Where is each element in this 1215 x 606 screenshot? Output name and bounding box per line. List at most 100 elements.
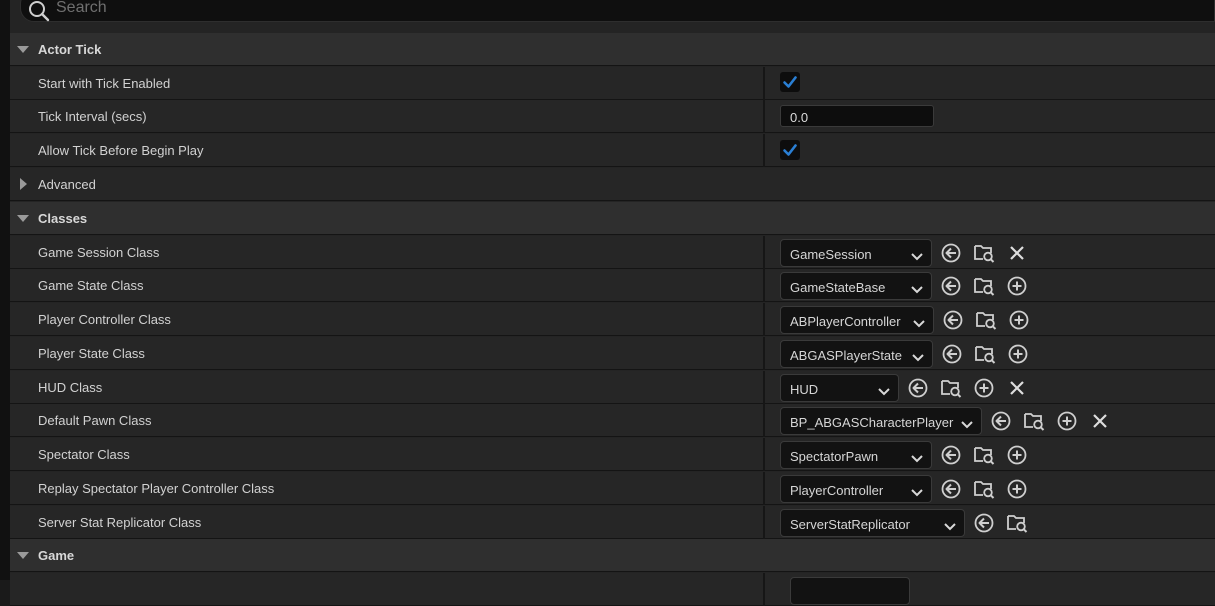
add-icon xyxy=(1007,343,1029,365)
add-new-button[interactable] xyxy=(1008,309,1030,331)
class-picker-combo[interactable]: ServerStatReplicator xyxy=(780,509,965,537)
use-selected-button[interactable] xyxy=(940,478,962,500)
browse-asset-icon xyxy=(973,275,995,297)
column-divider[interactable] xyxy=(763,371,765,404)
use-selected-button[interactable] xyxy=(940,242,962,264)
search-input[interactable] xyxy=(56,0,656,18)
property-row-class: Game Session Class GameSession xyxy=(10,236,1215,269)
browse-back-icon xyxy=(973,512,995,534)
browse-asset-button[interactable] xyxy=(974,343,996,365)
class-picker-combo[interactable]: ABPlayerController xyxy=(780,306,934,334)
column-divider[interactable] xyxy=(763,573,765,606)
allow-tick-before-begin-play-checkbox[interactable] xyxy=(780,140,800,160)
property-row-partial xyxy=(10,573,1215,606)
property-row-class: Game State Class GameStateBase xyxy=(10,269,1215,302)
browse-asset-icon xyxy=(1023,410,1045,432)
class-picker-combo[interactable]: HUD xyxy=(780,374,899,402)
clear-button[interactable] xyxy=(1006,242,1028,264)
use-selected-button[interactable] xyxy=(940,444,962,466)
browse-asset-button[interactable] xyxy=(973,478,995,500)
browse-asset-button[interactable] xyxy=(1006,512,1028,534)
class-picker-combo[interactable]: BP_ABGASCharacterPlayer xyxy=(780,407,982,435)
property-label: Tick Interval (secs) xyxy=(38,109,147,124)
column-divider[interactable] xyxy=(763,337,765,370)
add-new-button[interactable] xyxy=(1006,478,1028,500)
browse-asset-icon xyxy=(973,444,995,466)
combo-value: GameStateBase xyxy=(790,280,886,295)
combo-value: ABPlayerController xyxy=(790,314,901,329)
collapse-arrow-icon[interactable] xyxy=(17,46,29,53)
column-divider[interactable] xyxy=(763,472,765,505)
use-selected-button[interactable] xyxy=(941,343,963,365)
use-selected-button[interactable] xyxy=(907,377,929,399)
add-new-button[interactable] xyxy=(1006,444,1028,466)
class-picker-combo[interactable]: SpectatorPawn xyxy=(780,441,932,469)
clear-button[interactable] xyxy=(1006,377,1028,399)
chevron-down-icon xyxy=(944,519,956,534)
column-divider[interactable] xyxy=(763,269,765,302)
column-divider[interactable] xyxy=(763,506,765,539)
browse-back-icon xyxy=(990,410,1012,432)
chevron-down-icon xyxy=(878,384,890,399)
category-actor-tick[interactable]: Actor Tick xyxy=(10,33,1215,66)
property-label: HUD Class xyxy=(38,380,103,395)
browse-asset-button[interactable] xyxy=(1023,410,1045,432)
search-bar[interactable] xyxy=(20,0,1215,22)
category-classes[interactable]: Classes xyxy=(10,202,1215,235)
class-picker-combo[interactable]: ABGASPlayerState xyxy=(780,340,933,368)
browse-asset-button[interactable] xyxy=(973,275,995,297)
class-picker-combo[interactable]: GameSession xyxy=(780,239,932,267)
property-label: Spectator Class xyxy=(38,447,130,462)
column-divider[interactable] xyxy=(763,236,765,269)
combo-value: ServerStatReplicator xyxy=(790,517,910,532)
property-row-class: Spectator Class SpectatorPawn xyxy=(10,438,1215,471)
column-divider[interactable] xyxy=(763,67,765,100)
column-divider[interactable] xyxy=(763,438,765,471)
collapse-arrow-icon[interactable] xyxy=(17,215,29,222)
category-game[interactable]: Game xyxy=(10,539,1215,572)
use-selected-button[interactable] xyxy=(940,275,962,297)
add-icon xyxy=(1006,444,1028,466)
browse-asset-button[interactable] xyxy=(973,444,995,466)
add-new-button[interactable] xyxy=(1006,275,1028,297)
add-new-button[interactable] xyxy=(1056,410,1078,432)
combo-value: ABGASPlayerState xyxy=(790,348,902,363)
class-picker-combo[interactable]: GameStateBase xyxy=(780,272,932,300)
use-selected-button[interactable] xyxy=(942,309,964,331)
class-picker-combo[interactable]: PlayerController xyxy=(780,475,932,503)
add-new-button[interactable] xyxy=(973,377,995,399)
browse-back-icon xyxy=(940,242,962,264)
add-icon xyxy=(1008,309,1030,331)
browse-asset-button[interactable] xyxy=(940,377,962,399)
property-row-allow-tick-before-begin-play: Allow Tick Before Begin Play xyxy=(10,134,1215,167)
property-row-class: Player Controller Class ABPlayerControlle… xyxy=(10,303,1215,336)
advanced-expander[interactable]: Advanced xyxy=(10,168,1215,201)
column-divider[interactable] xyxy=(763,303,765,336)
chevron-down-icon xyxy=(961,417,973,432)
browse-asset-button[interactable] xyxy=(975,309,997,331)
column-divider[interactable] xyxy=(763,134,765,167)
start-with-tick-checkbox[interactable] xyxy=(780,72,800,92)
browse-back-icon xyxy=(941,343,963,365)
property-row-class: Default Pawn Class BP_ABGASCharacterPlaye… xyxy=(10,404,1215,437)
expand-arrow-icon[interactable] xyxy=(20,178,27,190)
chevron-down-icon xyxy=(913,316,925,331)
property-label: Replay Spectator Player Controller Class xyxy=(38,481,275,496)
column-divider[interactable] xyxy=(763,404,765,437)
browse-back-icon xyxy=(940,478,962,500)
property-row-class: Server Stat Replicator Class ServerStatRe… xyxy=(10,506,1215,539)
column-divider[interactable] xyxy=(763,100,765,133)
use-selected-button[interactable] xyxy=(973,512,995,534)
chevron-down-icon xyxy=(911,249,923,264)
add-icon xyxy=(1006,478,1028,500)
collapse-arrow-icon[interactable] xyxy=(17,552,29,559)
add-new-button[interactable] xyxy=(1007,343,1029,365)
property-label: Default Pawn Class xyxy=(38,413,152,428)
clear-button[interactable] xyxy=(1089,410,1111,432)
partial-combo[interactable] xyxy=(790,577,910,605)
left-edge-strip xyxy=(0,0,10,580)
use-selected-button[interactable] xyxy=(990,410,1012,432)
property-row-class: Replay Spectator Player Controller Class… xyxy=(10,472,1215,505)
browse-asset-button[interactable] xyxy=(973,242,995,264)
tick-interval-field[interactable]: 0.0 xyxy=(780,105,934,127)
